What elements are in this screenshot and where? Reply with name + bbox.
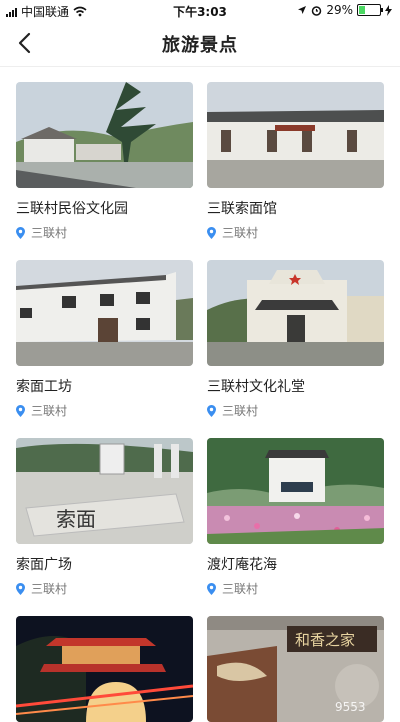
location-pin-icon xyxy=(207,404,216,417)
attraction-photo xyxy=(16,616,193,722)
attraction-card[interactable]: 三联村文化礼堂 三联村 xyxy=(207,260,384,419)
shop-sign-calligraphy: 和香之家 xyxy=(295,631,355,649)
charging-icon xyxy=(385,4,392,16)
location-pin-icon xyxy=(207,226,216,239)
location-pin-icon xyxy=(207,582,216,595)
attraction-photo xyxy=(16,82,193,188)
attraction-location: 三联村 xyxy=(207,580,384,597)
attraction-photo xyxy=(207,82,384,188)
location-label: 三联村 xyxy=(222,226,259,240)
location-pin-icon xyxy=(16,582,25,595)
attraction-name: 三联索面馆 xyxy=(207,201,277,217)
watermark: 9553 xyxy=(335,700,366,714)
attraction-card[interactable]: 索面工坊 三联村 xyxy=(16,260,193,419)
attraction-card[interactable] xyxy=(16,616,193,722)
attraction-name: 三联村文化礼堂 xyxy=(207,379,305,395)
attraction-photo xyxy=(16,260,193,366)
alarm-icon xyxy=(312,5,322,16)
attraction-photo xyxy=(207,260,384,366)
page-title: 旅游景点 xyxy=(162,35,238,56)
attraction-photo xyxy=(207,438,384,544)
location-label: 三联村 xyxy=(222,582,259,596)
attraction-location: 三联村 xyxy=(207,402,384,419)
attraction-card[interactable]: 三联村民俗文化园 三联村 xyxy=(16,82,193,241)
location-pin-icon xyxy=(16,404,25,417)
attraction-photo: 索面 xyxy=(16,438,193,544)
battery-icon xyxy=(357,4,383,16)
battery-percent: 29% xyxy=(326,3,353,17)
attraction-card[interactable]: 渡灯庵花海 三联村 xyxy=(207,438,384,597)
location-arrow-icon xyxy=(298,6,307,14)
plaza-calligraphy: 索面 xyxy=(56,507,96,531)
attraction-location: 三联村 xyxy=(16,402,193,419)
location-label: 三联村 xyxy=(222,404,259,418)
attraction-card[interactable]: 索面 索面广场 三联村 xyxy=(16,438,193,597)
attraction-name: 三联村民俗文化园 xyxy=(16,201,128,217)
attraction-card[interactable]: 和香之家 9553 xyxy=(207,616,384,722)
location-label: 三联村 xyxy=(31,404,68,418)
attraction-name: 索面广场 xyxy=(16,557,72,573)
location-label: 三联村 xyxy=(31,582,68,596)
attraction-photo: 和香之家 9553 xyxy=(207,616,384,722)
status-bar: 中国联通 下午3:03 29% xyxy=(0,0,400,20)
attraction-location: 三联村 xyxy=(207,224,384,241)
attraction-location: 三联村 xyxy=(16,580,193,597)
nav-bar: 旅游景点 xyxy=(0,20,400,67)
attraction-card[interactable]: 三联索面馆 三联村 xyxy=(207,82,384,241)
location-pin-icon xyxy=(16,226,25,239)
attraction-name: 索面工坊 xyxy=(16,379,72,395)
attraction-name: 渡灯庵花海 xyxy=(207,557,277,573)
location-label: 三联村 xyxy=(31,226,68,240)
attraction-location: 三联村 xyxy=(16,224,193,241)
